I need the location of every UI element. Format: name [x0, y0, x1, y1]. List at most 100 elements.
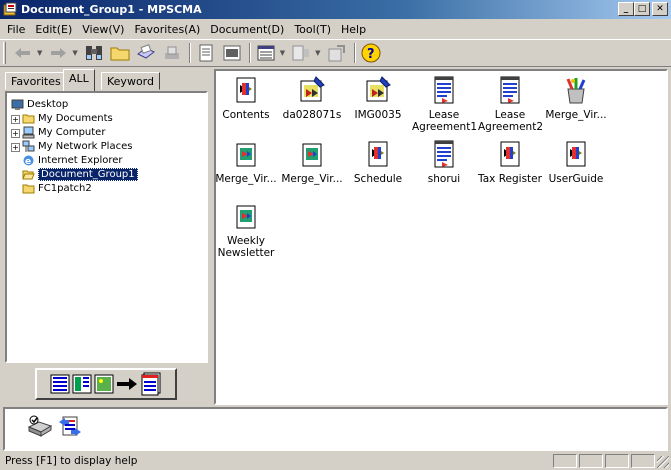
folder-open-icon [22, 170, 35, 180]
back-dropdown-arrow[interactable]: ▼ [37, 49, 42, 57]
thumbnail-button[interactable] [220, 42, 244, 64]
tree-item-my-network-places[interactable]: My Network Places [22, 140, 132, 153]
file-item[interactable]: Contents [214, 75, 278, 121]
folder-tree[interactable]: Desktop + My Documents + My Computer + M… [5, 91, 208, 363]
menu-help[interactable]: Help [336, 23, 371, 36]
image-doc-icon [362, 75, 394, 107]
tree-item-fc1patch2[interactable]: FC1patch2 [22, 182, 92, 195]
tab-keyword[interactable]: Keyword [101, 72, 160, 90]
doc-icon [560, 139, 592, 171]
expand-my-documents[interactable]: + [11, 115, 20, 124]
file-item[interactable]: Merge_Vir... [544, 75, 608, 121]
arrange-dropdown-arrow[interactable]: ▼ [315, 49, 320, 57]
resize-grip[interactable] [657, 456, 669, 468]
left-pane: Favorites ALL Keyword Desktop + My Docum… [3, 69, 210, 405]
file-label: Schedule [353, 173, 403, 185]
file-item[interactable]: Tax Register [478, 139, 542, 185]
minimize-button[interactable]: _ [618, 2, 634, 16]
file-item[interactable]: shorui [412, 139, 476, 185]
doc-icon [362, 139, 394, 171]
file-item[interactable]: Lease Agreement2 [478, 75, 543, 133]
tools-icon [560, 75, 592, 107]
view-mode-button[interactable] [254, 42, 278, 64]
forward-dropdown-arrow[interactable]: ▼ [72, 49, 77, 57]
file-item[interactable]: Schedule [346, 139, 410, 185]
picture-doc-icon [230, 139, 262, 171]
expand-my-network-places[interactable]: + [11, 143, 20, 152]
help-icon: ? [361, 43, 381, 63]
file-item[interactable]: da028071s [280, 75, 344, 121]
file-item[interactable]: Lease Agreement1 [412, 75, 477, 133]
print-button[interactable] [160, 42, 184, 64]
file-item[interactable]: Merge_Vir... [214, 139, 278, 185]
file-item[interactable]: Weekly Newsletter [214, 201, 278, 259]
menu-edit[interactable]: Edit(E) [30, 23, 77, 36]
svg-text:e: e [25, 157, 31, 167]
converter-panel[interactable] [35, 368, 177, 400]
transfer-icon [59, 416, 81, 436]
arrange-button[interactable] [289, 42, 313, 64]
menu-tool[interactable]: Tool(T) [289, 23, 336, 36]
list-view-icon [257, 45, 275, 61]
tree-item-internet-explorer[interactable]: e Internet Explorer [22, 154, 123, 167]
text-doc-icon [428, 139, 460, 171]
binoculars-icon [85, 46, 102, 60]
menu-favorites[interactable]: Favorites(A) [129, 23, 205, 36]
toolbar: ▼ ▼ ▼ ▼ ? [0, 39, 671, 67]
scan-button[interactable] [134, 42, 158, 64]
status-pane [553, 454, 577, 468]
picture-doc-icon [296, 139, 328, 171]
mixed-page-icon [72, 374, 92, 394]
desktop-icon [11, 99, 24, 110]
maximize-button[interactable]: □ [634, 2, 650, 16]
file-label-line2: Agreement1 [412, 121, 477, 133]
help-button[interactable]: ? [359, 42, 383, 64]
back-button[interactable] [11, 42, 35, 64]
tree-label: My Documents [38, 113, 113, 124]
send-app-button[interactable] [57, 414, 83, 440]
toolbar-separator [248, 43, 251, 63]
menu-view[interactable]: View(V) [77, 23, 129, 36]
tab-all[interactable]: ALL [63, 69, 95, 91]
text-doc-icon [494, 75, 526, 107]
file-view[interactable]: Contents da028071s IMG0035 Lease Agreement1 L… [214, 69, 668, 405]
toolbar-separator [353, 43, 356, 63]
close-button[interactable]: ✕ [652, 2, 668, 16]
file-label: Lease [494, 109, 526, 121]
tree-item-desktop[interactable]: Desktop [11, 98, 68, 111]
file-item[interactable]: IMG0035 [346, 75, 410, 121]
file-label: Merge_Vir... [281, 173, 343, 185]
app-icon[interactable] [3, 2, 18, 20]
toolbar-separator [188, 43, 191, 63]
tab-favorites[interactable]: Favorites [5, 72, 67, 90]
menu-file[interactable]: File [2, 23, 30, 36]
print-app-button[interactable] [27, 414, 53, 440]
export-button[interactable] [325, 42, 349, 64]
tree-label: FC1patch2 [38, 183, 92, 194]
title-bar[interactable]: Document_Group1 - MPSCMA _ □ ✕ [0, 0, 671, 19]
folder-button[interactable] [108, 42, 132, 64]
forward-button[interactable] [46, 42, 70, 64]
page-icon [199, 44, 213, 62]
toolbar-grip[interactable] [3, 42, 6, 64]
file-label: Weekly [227, 235, 265, 247]
view-mode-dropdown-arrow[interactable]: ▼ [280, 49, 285, 57]
file-item[interactable]: Merge_Vir... [280, 139, 344, 185]
status-pane [605, 454, 629, 468]
binoculars-button[interactable] [82, 42, 106, 64]
tree-item-document-group1[interactable]: Document_Group1 [22, 168, 138, 181]
file-item[interactable]: UserGuide [544, 139, 608, 185]
tree-item-my-documents[interactable]: My Documents [22, 112, 113, 125]
file-label: UserGuide [548, 173, 604, 185]
tree-item-my-computer[interactable]: My Computer [22, 126, 105, 139]
text-page-icon [50, 374, 70, 394]
file-label: Merge_Vir... [545, 109, 607, 121]
status-pane [579, 454, 603, 468]
text-doc-icon [428, 75, 460, 107]
expand-my-computer[interactable]: + [11, 129, 20, 138]
folder-icon [22, 184, 35, 194]
page-view-button[interactable] [194, 42, 218, 64]
menu-document[interactable]: Document(D) [205, 23, 289, 36]
menu-bar: File Edit(E) View(V) Favorites(A) Docume… [0, 20, 671, 38]
svg-text:?: ? [367, 47, 375, 62]
